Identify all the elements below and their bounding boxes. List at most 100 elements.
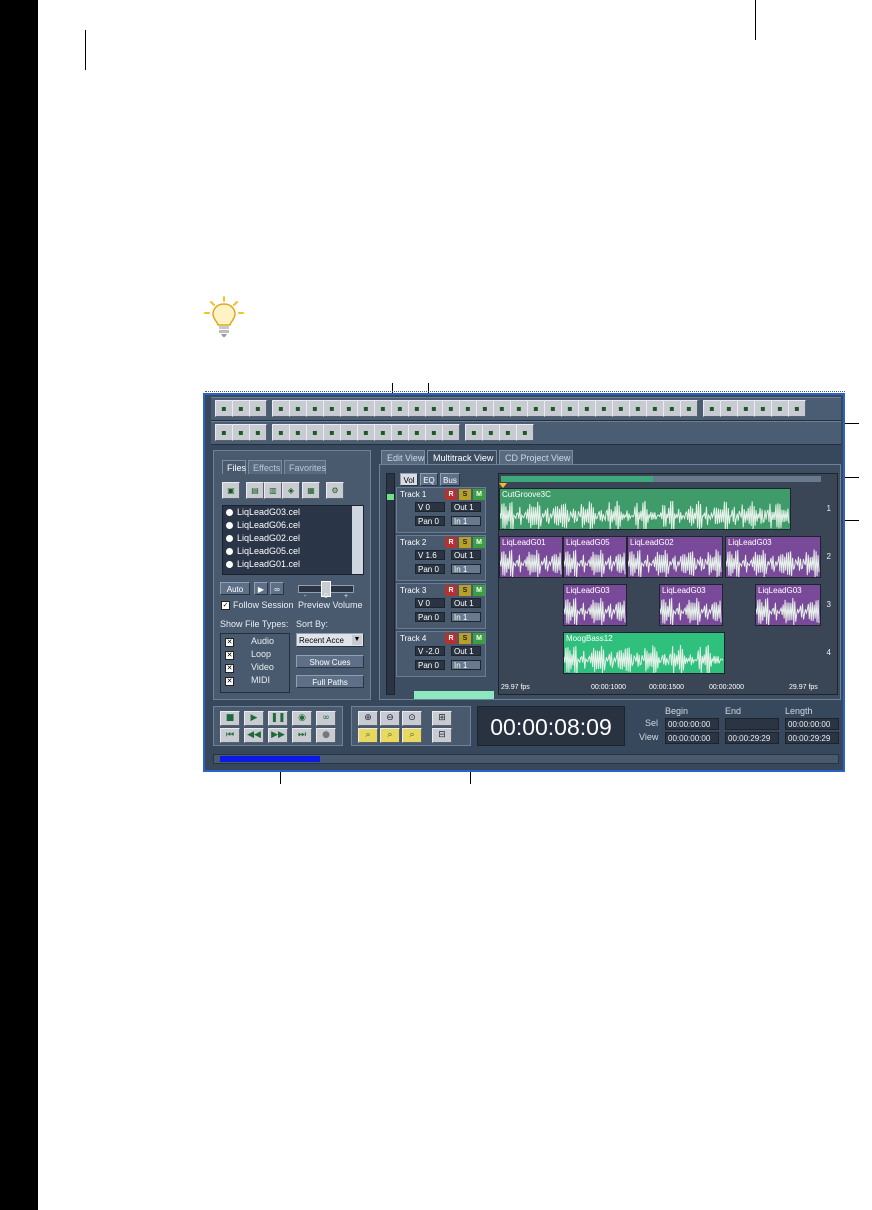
loop-icon[interactable]: ∞: [316, 711, 336, 726]
cd-burn-icon[interactable]: ▪: [788, 400, 806, 417]
audio-clip[interactable]: CutGroove3C: [499, 488, 791, 530]
track-scroll-strip[interactable]: [414, 691, 494, 699]
tab-edit-view[interactable]: Edit View: [381, 450, 425, 464]
close-file-icon[interactable]: ▤: [246, 482, 264, 499]
move-tool-icon[interactable]: ▪: [249, 424, 267, 441]
bass-icon[interactable]: ▪: [771, 400, 789, 417]
preview-loop-button[interactable]: ∞: [270, 582, 284, 595]
options-icon[interactable]: ⚙: [326, 482, 344, 499]
preview-play-button[interactable]: ▶: [254, 582, 268, 595]
output-field[interactable]: Out 1: [451, 646, 481, 656]
record-arm-button[interactable]: R: [445, 633, 457, 644]
pan-field[interactable]: Pan 0: [415, 660, 445, 670]
volume-field[interactable]: V 0: [415, 502, 445, 512]
audio-clip[interactable]: LiqLeadG01: [499, 536, 563, 578]
chevron-down-icon[interactable]: ▼: [352, 635, 362, 645]
preview-volume-slider[interactable]: [298, 581, 354, 597]
sort-by-select[interactable]: Recent Acce ▼: [296, 633, 364, 647]
full-paths-button[interactable]: Full Paths: [296, 675, 364, 688]
output-field[interactable]: Out 1: [451, 550, 481, 560]
mix-icon[interactable]: ▪: [425, 400, 443, 417]
zoom-left-icon[interactable]: ⌕: [358, 728, 378, 743]
fast-forward-icon[interactable]: ▶▶: [268, 728, 288, 743]
zoom-selection-icon[interactable]: ⌕: [402, 728, 422, 743]
audio-clip[interactable]: LiqLeadG03: [563, 584, 627, 626]
midi-checkbox[interactable]: ✕: [225, 677, 234, 686]
record-arm-button[interactable]: R: [445, 585, 457, 596]
volume-field[interactable]: V 0: [415, 598, 445, 608]
save-icon[interactable]: ▪: [323, 400, 341, 417]
amplify-icon[interactable]: ▪: [629, 400, 647, 417]
midi-icon[interactable]: ▪: [482, 424, 500, 441]
solo-button[interactable]: S: [459, 633, 471, 644]
list-item[interactable]: LiqLeadG02.cel: [223, 532, 363, 545]
compressor-icon[interactable]: ▪: [720, 400, 738, 417]
copy-icon[interactable]: ▪: [374, 400, 392, 417]
file-list-scrollbar[interactable]: [352, 506, 363, 574]
zoom-in-vertical-icon[interactable]: ⊞: [432, 711, 452, 726]
output-field[interactable]: Out 1: [451, 502, 481, 512]
zoom-in-icon[interactable]: ⊕: [358, 711, 378, 726]
view-end-field[interactable]: 00:00:29:29: [725, 732, 779, 744]
output-field[interactable]: Out 1: [451, 598, 481, 608]
filter-icon[interactable]: ▪: [561, 400, 579, 417]
input-field[interactable]: In 1: [451, 564, 481, 574]
bars-icon[interactable]: ▪: [527, 400, 545, 417]
track-name[interactable]: Track 1: [400, 490, 426, 499]
volume-field[interactable]: V 1.6: [415, 550, 445, 560]
video-checkbox[interactable]: ✕: [225, 664, 234, 673]
group-icon[interactable]: ▪: [357, 424, 375, 441]
mute-button[interactable]: M: [473, 537, 485, 548]
sel-end-field[interactable]: [725, 718, 779, 730]
go-to-end-icon[interactable]: ⏭: [292, 728, 312, 743]
list-item[interactable]: LiqLeadG01.cel: [223, 558, 363, 571]
solo-button[interactable]: S: [459, 537, 471, 548]
list-icon[interactable]: ▦: [302, 482, 320, 499]
marker-icon[interactable]: ▪: [510, 400, 528, 417]
noise-icon[interactable]: ▪: [544, 400, 562, 417]
loop-checkbox[interactable]: ✕: [225, 651, 234, 660]
settings-icon[interactable]: ▪: [499, 424, 517, 441]
tab-effects[interactable]: Effects: [248, 460, 282, 474]
cut-icon[interactable]: ▪: [357, 400, 375, 417]
mute-icon[interactable]: ▪: [340, 424, 358, 441]
audio-clip[interactable]: LiqLeadG03: [725, 536, 821, 578]
go-to-start-icon[interactable]: ⏮: [220, 728, 240, 743]
tab-eq[interactable]: EQ: [420, 473, 438, 486]
audio-clip[interactable]: LiqLeadG02: [627, 536, 723, 578]
pause-icon[interactable]: ❚❚: [268, 711, 288, 726]
record-arm-button[interactable]: R: [445, 489, 457, 500]
audio-checkbox[interactable]: ✕: [225, 638, 234, 647]
time-tool-icon[interactable]: ▪: [232, 424, 250, 441]
eq-icon[interactable]: ▪: [595, 400, 613, 417]
overview-bar[interactable]: [501, 476, 821, 482]
split-icon[interactable]: ▪: [306, 424, 324, 441]
mute-button[interactable]: M: [473, 585, 485, 596]
new-icon[interactable]: ▪: [272, 400, 290, 417]
zoom-icon[interactable]: ▪: [391, 424, 409, 441]
save-all-icon[interactable]: ▪: [340, 400, 358, 417]
tab-vol[interactable]: Vol: [400, 473, 418, 486]
solo-button[interactable]: S: [459, 585, 471, 596]
open-file-icon[interactable]: ▣: [222, 482, 240, 499]
track-name[interactable]: Track 3: [400, 586, 426, 595]
pan-field[interactable]: Pan 0: [415, 612, 445, 622]
reverb-icon[interactable]: ▪: [578, 400, 596, 417]
list-item[interactable]: LiqLeadG05.cel: [223, 545, 363, 558]
tempo-icon[interactable]: ▪: [476, 400, 494, 417]
insert-icon[interactable]: ▥: [264, 482, 282, 499]
bandpass-icon[interactable]: ▪: [754, 400, 772, 417]
track-name[interactable]: Track 4: [400, 634, 426, 643]
play-icon[interactable]: ▶: [244, 711, 264, 726]
show-cues-button[interactable]: Show Cues: [296, 655, 364, 668]
solo-button[interactable]: S: [459, 489, 471, 500]
pan-field[interactable]: Pan 0: [415, 516, 445, 526]
tab-bus[interactable]: Bus: [440, 473, 460, 486]
zoom-full-icon[interactable]: ⊙: [402, 711, 422, 726]
view-begin-field[interactable]: 00:00:00:00: [665, 732, 719, 744]
audio-clip[interactable]: MoogBass12: [563, 632, 725, 674]
tab-multitrack-view[interactable]: Multitrack View: [427, 450, 497, 464]
volume-field[interactable]: V -2.0: [415, 646, 445, 656]
tab-cd-project-view[interactable]: CD Project View: [499, 450, 573, 464]
record-arm-button[interactable]: R: [445, 537, 457, 548]
